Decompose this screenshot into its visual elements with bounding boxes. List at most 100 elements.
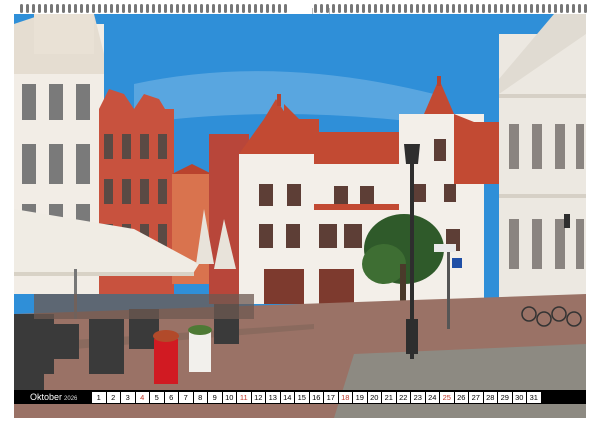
day-cell: 9	[208, 391, 222, 403]
binding-ring	[116, 4, 119, 13]
binding-ring	[416, 4, 419, 13]
binding-ring	[146, 4, 149, 13]
binding-ring	[104, 4, 107, 13]
binding-ring	[68, 4, 71, 13]
day-cell: 2	[106, 391, 120, 403]
day-cell: 29	[498, 391, 512, 403]
binding-ring	[266, 4, 269, 13]
binding-ring	[518, 4, 521, 13]
day-cell: 5	[150, 391, 164, 403]
day-cells: 1 2 3 4 5 6 7 8 9 10 11 12 13 14 15 16 17 18 19 20 21 22 23 24 2…	[92, 391, 541, 403]
binding-ring	[134, 4, 137, 13]
red-planter	[154, 339, 178, 384]
binding-ring	[320, 4, 323, 13]
binding-ring	[542, 4, 545, 13]
cafe-guests	[34, 294, 254, 319]
calendar-strip: Oktober 2026 1 2 3 4 5 6 7 8 9 10 11 12 13 14 15 16 17 18 1…	[14, 390, 586, 404]
binding-ring	[566, 4, 569, 13]
month-name: Oktober	[30, 392, 63, 402]
day-cell: 26	[454, 391, 468, 403]
binding-ring	[434, 4, 437, 13]
day-cell: 24	[425, 391, 439, 403]
binding-ring	[326, 4, 329, 13]
day-cell: 21	[382, 391, 396, 403]
binding-ring	[476, 4, 479, 13]
day-cell: 11	[237, 391, 251, 403]
binding-ring	[578, 4, 581, 13]
binding-ring	[26, 4, 29, 13]
day-cell: 4	[135, 391, 149, 403]
binding-ring	[464, 4, 467, 13]
day-cell: 23	[411, 391, 425, 403]
binding-ring	[344, 4, 347, 13]
binding-ring	[164, 4, 167, 13]
binding-ring	[236, 4, 239, 13]
binding-ring	[194, 4, 197, 13]
binding-ring	[212, 4, 215, 13]
day-cell: 7	[179, 391, 193, 403]
binding-ring	[38, 4, 41, 13]
binding-ring	[404, 4, 407, 13]
binding-ring	[182, 4, 185, 13]
binding-ring	[188, 4, 191, 13]
binding-ring	[554, 4, 557, 13]
day-cell: 12	[251, 391, 265, 403]
binding-ring	[230, 4, 233, 13]
day-cell: 25	[440, 391, 454, 403]
binding-ring	[488, 4, 491, 13]
binding-ring	[392, 4, 395, 13]
binding-ring	[254, 4, 257, 13]
binding-ring	[62, 4, 65, 13]
day-cell: 16	[309, 391, 323, 403]
binding-ring	[470, 4, 473, 13]
binding-ring	[338, 4, 341, 13]
sign-post	[447, 249, 450, 329]
binding-ring	[158, 4, 161, 13]
binding-ring	[32, 4, 35, 13]
day-cell: 28	[483, 391, 497, 403]
binding-ring	[170, 4, 173, 13]
right-white-building	[499, 14, 586, 309]
binding-ring	[224, 4, 227, 13]
binding-ring	[500, 4, 503, 13]
day-cell: 17	[324, 391, 338, 403]
day-cell: 15	[295, 391, 309, 403]
binding-ring	[548, 4, 551, 13]
binding-ring	[386, 4, 389, 13]
binding-ring	[368, 4, 371, 13]
photo-scene	[14, 14, 586, 418]
binding-ring	[422, 4, 425, 13]
binding-ring	[272, 4, 275, 13]
binding-ring	[584, 4, 587, 13]
binding-ring	[494, 4, 497, 13]
binding-ring	[80, 4, 83, 13]
binding-ring	[506, 4, 509, 13]
day-cell: 22	[396, 391, 410, 403]
binding-ring	[74, 4, 77, 13]
wall-lamp	[564, 214, 570, 228]
year-label: 2026	[64, 396, 78, 402]
binding-ring	[242, 4, 245, 13]
day-cell: 13	[266, 391, 280, 403]
calendar-photo	[14, 14, 586, 418]
binding-ring	[458, 4, 461, 13]
day-cell: 8	[193, 391, 207, 403]
binding-ring	[110, 4, 113, 13]
binding-ring	[452, 4, 455, 13]
day-cell: 31	[527, 391, 541, 403]
binding-ring	[440, 4, 443, 13]
binding-ring	[176, 4, 179, 13]
month-label: Oktober 2026	[14, 392, 92, 402]
binding-ring	[98, 4, 101, 13]
white-planter	[189, 332, 211, 372]
binding-ring	[122, 4, 125, 13]
binding-ring	[44, 4, 47, 13]
binding-ring	[362, 4, 365, 13]
binding-ring	[536, 4, 539, 13]
binding-ring	[206, 4, 209, 13]
binding-ring	[50, 4, 53, 13]
binding-ring	[428, 4, 431, 13]
binding-ring	[332, 4, 335, 13]
day-cell: 14	[280, 391, 294, 403]
binding-ring	[86, 4, 89, 13]
